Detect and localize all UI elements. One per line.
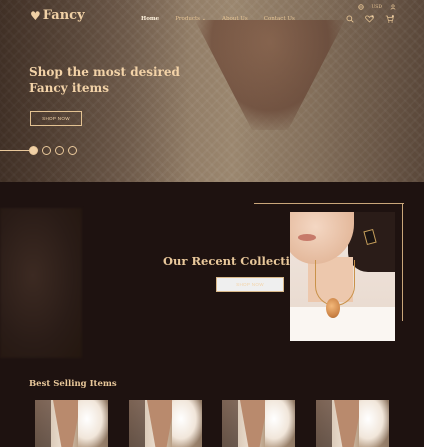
product-image-shadow (129, 400, 145, 447)
nav-link-products[interactable]: Products ⌄ (175, 16, 206, 22)
product-image-shadow (35, 400, 51, 447)
hero-title-line2: Fancy items (29, 81, 110, 95)
product-card[interactable] (316, 400, 389, 447)
slider-dot-3[interactable] (55, 146, 64, 155)
nav-link-about[interactable]: About Us (222, 16, 248, 22)
brand-name: Fancy (42, 8, 85, 23)
slider-dot-1[interactable] (29, 146, 38, 155)
product-image-shadow (222, 400, 238, 447)
collection-side-image (0, 208, 82, 358)
product-card[interactable] (35, 400, 108, 447)
currency-selector[interactable]: USD (372, 5, 382, 10)
product-card[interactable] (222, 400, 295, 447)
necklace-pendant (326, 298, 340, 318)
collection-frame-line (254, 203, 404, 204)
product-image-cloth (78, 400, 108, 447)
product-image-model (147, 400, 175, 447)
slider-line (0, 150, 30, 151)
chevron-down-icon: ⌄ (201, 16, 206, 22)
nav-link-products-label: Products (175, 16, 201, 22)
utility-bar: USD (357, 4, 396, 10)
search-icon[interactable] (346, 15, 354, 23)
product-image-model (53, 400, 81, 447)
collection-title: Our Recent Collection (163, 254, 306, 268)
best-selling-title: Best Selling Items (29, 379, 117, 389)
brand-logo[interactable]: ♥ Fancy (30, 8, 85, 23)
main-nav: Home Products ⌄ About Us Contact Us (141, 16, 295, 22)
nav-link-home[interactable]: Home (141, 16, 159, 22)
hero-title-line1: Shop the most desired (29, 65, 180, 79)
nav-link-contact[interactable]: Contact Us (264, 16, 295, 22)
hero-shop-now-button[interactable]: SHOP NOW (30, 111, 82, 126)
product-image-model (334, 400, 362, 447)
product-image-cloth (172, 400, 202, 447)
model-shirt (290, 307, 395, 341)
collection-frame-line (402, 203, 403, 321)
hero-title: Shop the most desired Fancy items (29, 64, 199, 96)
user-icon[interactable] (390, 4, 396, 10)
slider-dot-2[interactable] (42, 146, 51, 155)
nav-icons (346, 15, 394, 23)
navbar: ♥ Fancy Home Products ⌄ About Us Contact… (0, 0, 424, 30)
hero-slider-dots (0, 145, 110, 155)
product-image-shadow (316, 400, 332, 447)
product-image-cloth (265, 400, 295, 447)
model-lips (298, 234, 316, 241)
globe-icon[interactable] (357, 4, 364, 10)
collection-shop-now-button[interactable]: SHOP NOW (216, 277, 284, 292)
product-image-model (240, 400, 268, 447)
product-card[interactable] (129, 400, 202, 447)
collection-model-image[interactable] (290, 212, 395, 341)
wishlist-icon[interactable] (365, 15, 374, 23)
slider-dot-4[interactable] (68, 146, 77, 155)
heart-icon: ♥ (30, 8, 41, 23)
product-image-cloth (359, 400, 389, 447)
cart-icon[interactable] (385, 15, 394, 23)
